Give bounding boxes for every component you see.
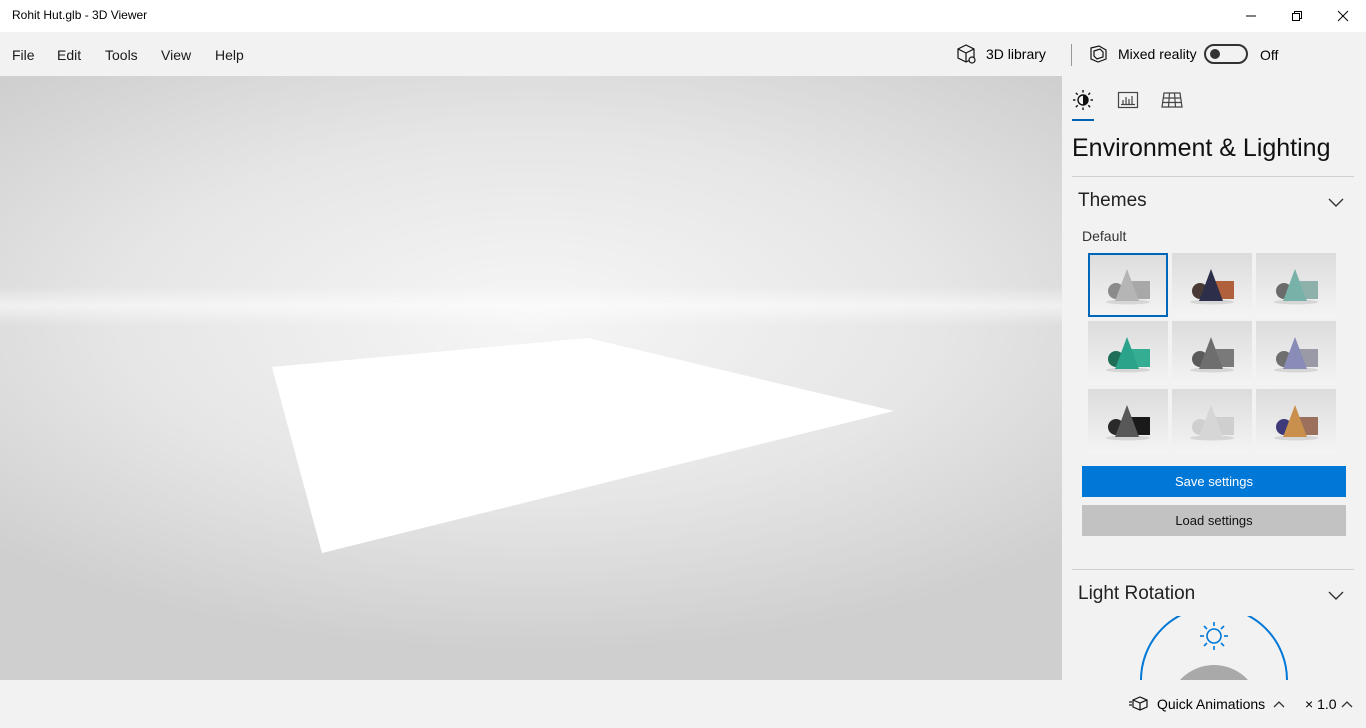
- minimize-button[interactable]: [1228, 0, 1274, 32]
- chevron-down-icon[interactable]: [1328, 587, 1344, 603]
- theme-preview-shapes: [1274, 269, 1318, 305]
- theme-preview-shapes: [1190, 269, 1234, 305]
- close-button[interactable]: [1320, 0, 1366, 32]
- theme-group-label: Default: [1082, 228, 1127, 244]
- ground-plane: [272, 338, 894, 553]
- chevron-up-icon: [1273, 701, 1285, 708]
- divider: [1072, 569, 1354, 570]
- theme-preview-shapes: [1274, 337, 1318, 373]
- grid-tab[interactable]: [1160, 88, 1184, 112]
- mixed-reality-label: Mixed reality: [1118, 46, 1197, 62]
- close-icon: [1337, 10, 1349, 22]
- theme-swatch-lavender[interactable]: [1256, 321, 1336, 385]
- quick-animations-label: Quick Animations: [1157, 696, 1266, 712]
- load-settings-button[interactable]: Load settings: [1082, 505, 1346, 536]
- lighting-tab[interactable]: [1071, 88, 1095, 112]
- theme-swatch-pale[interactable]: [1172, 389, 1252, 453]
- theme-preview-shapes: [1274, 405, 1318, 441]
- theme-swatch-teal-gray[interactable]: [1256, 253, 1336, 317]
- 3d-library-button[interactable]: 3D library: [956, 42, 1046, 66]
- light-rotation-heading[interactable]: Light Rotation: [1078, 583, 1195, 605]
- grid-tab-icon: [1161, 92, 1183, 108]
- stats-tab-icon: [1117, 91, 1139, 109]
- theme-swatch-copper-violet[interactable]: [1256, 389, 1336, 453]
- toggle-knob: [1210, 49, 1220, 59]
- chevron-up-icon: [1341, 701, 1352, 708]
- cube-icon: [957, 44, 976, 64]
- theme-preview-shapes: [1190, 405, 1234, 441]
- stats-tab[interactable]: [1116, 88, 1140, 112]
- themes-heading[interactable]: Themes: [1078, 190, 1147, 212]
- theme-grid: [1088, 253, 1336, 453]
- divider: [1072, 176, 1354, 177]
- light-rotation-dial[interactable]: [1134, 616, 1294, 680]
- menu-tools[interactable]: Tools: [105, 47, 138, 63]
- animation-cube-icon: [1129, 696, 1148, 711]
- 3d-library-label: 3D library: [986, 46, 1046, 62]
- theme-swatch-noir[interactable]: [1088, 389, 1168, 453]
- title-bar: Rohit Hut.glb - 3D Viewer: [0, 0, 1366, 32]
- playback-speed-button[interactable]: × 1.0: [1305, 696, 1353, 712]
- toolbar-divider: [1071, 44, 1072, 66]
- active-tab-indicator: [1072, 119, 1094, 121]
- status-bar: Quick Animations × 1.0: [0, 680, 1366, 728]
- menu-view[interactable]: View: [161, 47, 191, 63]
- theme-preview-shapes: [1106, 405, 1150, 441]
- 3d-viewport[interactable]: [0, 76, 1062, 680]
- minimize-icon: [1246, 15, 1256, 17]
- theme-preview-shapes: [1106, 269, 1150, 305]
- window-title: Rohit Hut.glb - 3D Viewer: [12, 8, 148, 22]
- panel-title: Environment & Lighting: [1072, 134, 1331, 162]
- sun-icon: [1200, 622, 1228, 650]
- playback-speed-label: × 1.0: [1305, 696, 1337, 712]
- mixed-reality-toggle[interactable]: [1204, 44, 1248, 64]
- theme-swatch-warm-dark[interactable]: [1172, 253, 1252, 317]
- restore-button[interactable]: [1274, 0, 1320, 32]
- chevron-down-icon[interactable]: [1328, 194, 1344, 210]
- mixed-reality-button[interactable]: Mixed reality: [1088, 42, 1197, 66]
- lighting-tab-icon: [1073, 90, 1093, 110]
- mixed-reality-icon: [1090, 45, 1107, 63]
- menu-bar: File Edit Tools View Help 3D library Mix…: [0, 32, 1366, 76]
- environment-panel: Environment & Lighting Themes Default Sa…: [1062, 76, 1366, 680]
- theme-swatch-default-gray[interactable]: [1088, 253, 1168, 317]
- theme-preview-shapes: [1106, 337, 1150, 373]
- theme-swatch-charcoal[interactable]: [1172, 321, 1252, 385]
- menu-help[interactable]: Help: [215, 47, 244, 63]
- toggle-state-label: Off: [1260, 47, 1279, 63]
- theme-preview-shapes: [1190, 337, 1234, 373]
- theme-swatch-emerald[interactable]: [1088, 321, 1168, 385]
- restore-icon: [1292, 11, 1302, 21]
- menu-edit[interactable]: Edit: [57, 47, 81, 63]
- save-settings-button[interactable]: Save settings: [1082, 466, 1346, 497]
- menu-file[interactable]: File: [12, 47, 35, 63]
- quick-animations-button[interactable]: Quick Animations: [1129, 696, 1285, 712]
